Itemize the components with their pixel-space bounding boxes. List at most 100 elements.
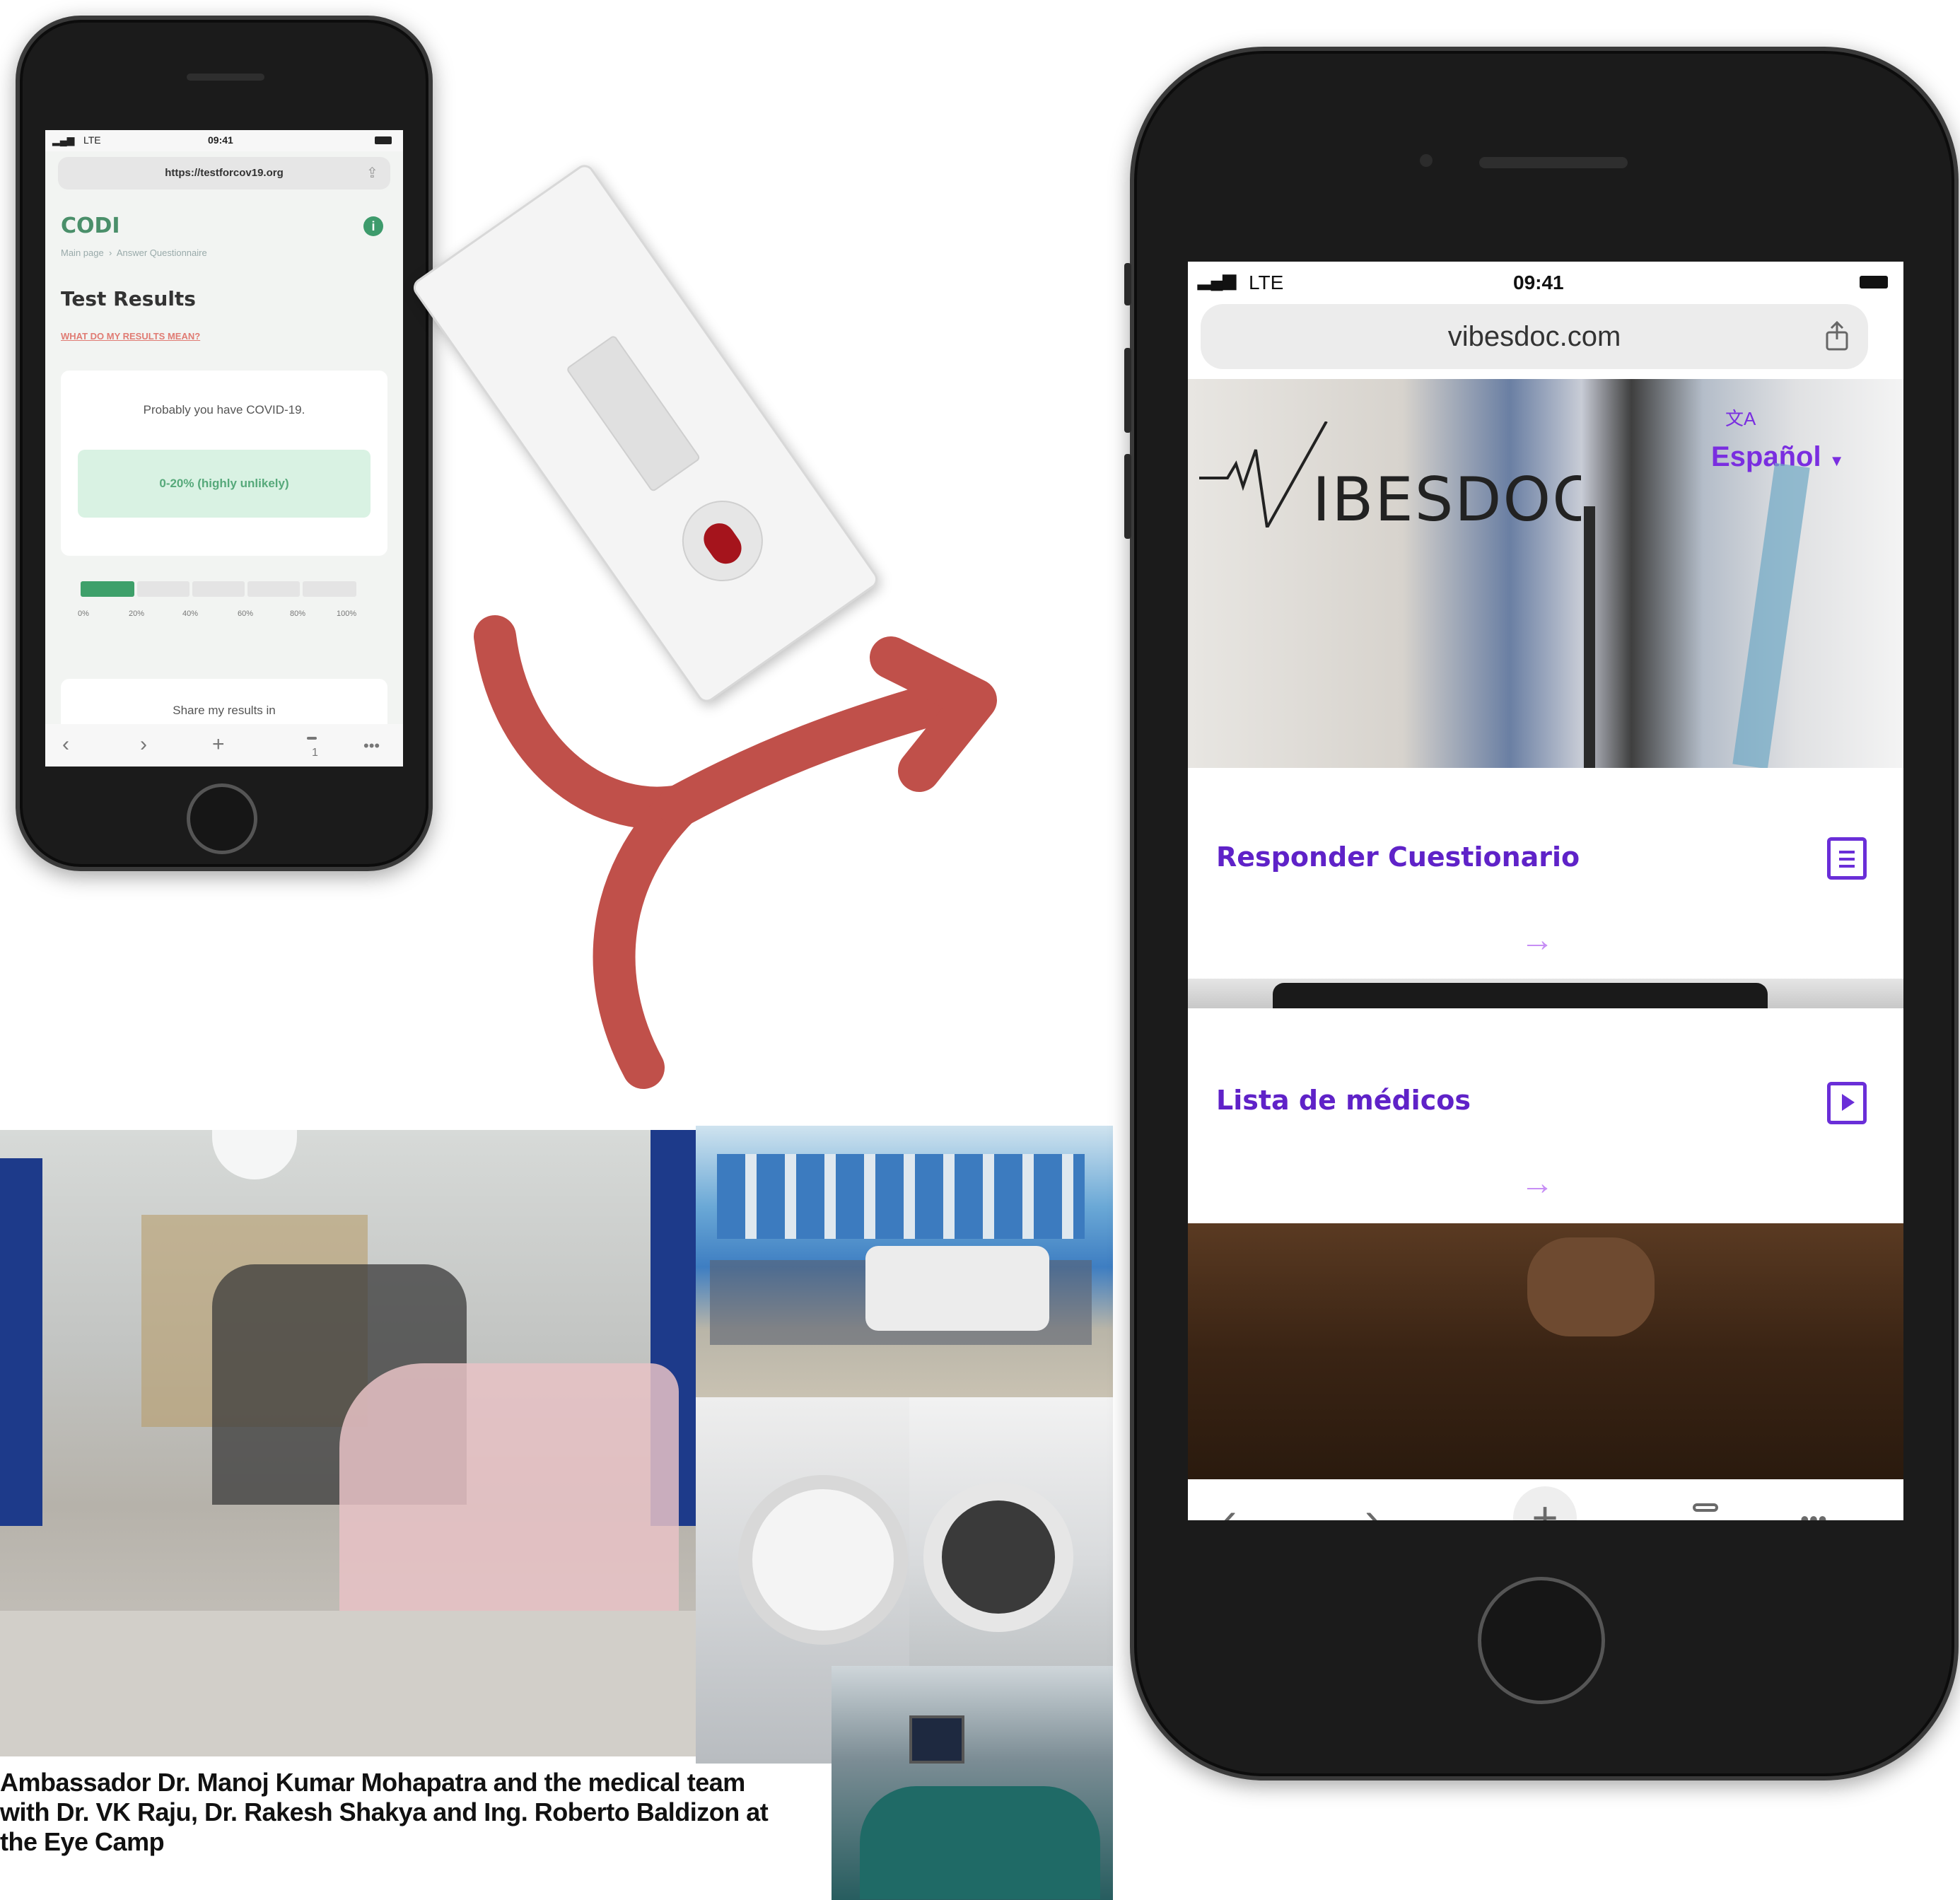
home-button[interactable] [187,783,257,854]
seated-nurses [339,1363,679,1611]
arrow-branch-top [474,615,700,829]
forward-icon[interactable]: › [140,733,147,757]
status-bar: ▂▄▆ LTE 09:41 [45,130,403,151]
back-icon[interactable]: ‹ [62,733,69,757]
status-bar: ▂▄▆ LTE 09:41 [1188,262,1903,297]
battery-icon [1860,276,1888,289]
chevron-down-icon: ▼ [1828,452,1845,470]
front-camera [1420,154,1433,167]
section-title: Test Results [61,287,196,310]
blue-curtain [0,1158,42,1526]
signal-icon: ▂▄▆ [1198,271,1236,290]
tabs-icon[interactable]: 3 [1693,1503,1731,1520]
scale-tick: 20% [129,610,145,618]
result-text: Probably you have COVID-19. [143,403,305,416]
side-button [1124,263,1131,305]
plus-icon[interactable]: + [1513,1486,1577,1520]
tiled-floor [0,1611,696,1756]
hero-image: IBESDOC 文A Español ▼ [1188,379,1903,768]
more-icon[interactable]: ••• [1800,1505,1827,1520]
scale-segment-4 [247,581,300,597]
share-results-text: Share my results in [173,704,276,717]
results-meaning-link[interactable]: WHAT DO MY RESULTS MEAN? [61,331,200,342]
mri-gantry [738,1475,908,1645]
battery-icon [375,136,392,144]
white-vehicle [865,1246,1049,1331]
tabs-count: 3 [1705,1519,1731,1520]
vibesdoc-screen: ▂▄▆ LTE 09:41 vibesdoc.com IBESDOC 文A Es… [1188,262,1903,1520]
phone-speaker [1479,157,1628,168]
status-time: 09:41 [1513,272,1564,293]
result-card: Probably you have COVID-19. 0-20% (highl… [61,371,387,556]
scale-segment-1 [81,581,134,597]
phone-speaker [187,74,264,81]
probability-badge: 0-20% (highly unlikely) [78,450,371,518]
operating-room-photo [832,1666,1113,1900]
questionnaire-title: Responder Cuestionario [1216,841,1580,873]
ct-gantry [923,1482,1073,1632]
breadcrumb: Main page › Answer Questionnaire [61,247,207,258]
probability-scale [81,581,356,597]
hands-image-strip [1188,1223,1903,1479]
status-time: 09:41 [208,134,233,146]
split-arrow [474,615,997,1089]
questionnaire-card[interactable]: Responder Cuestionario → [1188,768,1903,979]
result-window [565,334,701,493]
back-icon[interactable]: ‹ [1222,1492,1237,1520]
side-button [1124,348,1131,433]
more-icon[interactable]: ••• [363,737,380,755]
codi-screen: ▂▄▆ LTE 09:41 https://testforcov19.org ⇪… [45,130,403,767]
info-icon[interactable]: i [363,216,383,236]
status-carrier: LTE [1249,272,1284,293]
surgical-monitor [909,1715,964,1764]
url-text: https://testforcov19.org [165,167,284,179]
hospital-building-photo [696,1126,1113,1397]
doctors-list-card[interactable]: Lista de médicos → [1188,1008,1903,1223]
caption-line: with Dr. VK Raju, Dr. Rakesh Shakya and … [0,1797,769,1826]
doctors-list-title: Lista de médicos [1216,1085,1471,1116]
app-title: CODI [61,214,120,238]
vibesdoc-phone: ▂▄▆ LTE 09:41 vibesdoc.com IBESDOC 文A Es… [1124,47,1959,1780]
stethoscope-tube [1732,462,1810,768]
share-icon[interactable]: ⇪ [366,157,378,190]
scale-segment-5 [303,581,356,597]
arrow-branch-bottom [593,785,700,1089]
building-windows [717,1154,1085,1239]
browser-toolbar: ‹ › + 3 ••• [1188,1479,1903,1520]
tabs-icon[interactable]: 1 [307,737,318,759]
logo-text: IBESDOC [1312,465,1581,528]
vibesdoc-logo: IBESDOC [1199,421,1581,528]
status-carrier: LTE [83,134,101,146]
home-button[interactable] [1478,1577,1605,1704]
arrow-right-icon[interactable]: → [1520,921,1554,960]
ct-scanner-photo [909,1397,1113,1666]
scale-segment-3 [192,581,245,597]
address-bar[interactable]: vibesdoc.com [1201,304,1868,369]
breadcrumb-home[interactable]: Main page [61,247,104,258]
phone-image-strip [1188,979,1903,1008]
share-icon[interactable] [1823,320,1851,351]
play-icon [1827,1082,1867,1124]
arrow-right-icon[interactable]: → [1520,1164,1554,1203]
surgical-team [860,1786,1100,1899]
stethoscope-tube [1584,506,1595,768]
breadcrumb-separator: › [108,247,112,258]
caption-line: the Eye Camp [0,1827,165,1856]
scale-segment-2 [137,581,189,597]
side-button [1124,454,1131,539]
document-icon [1827,837,1867,880]
scale-tick: 0% [78,610,89,618]
hospital-hallway-photo [0,1130,696,1756]
tabs-count: 1 [312,747,318,759]
address-bar[interactable]: https://testforcov19.org ⇪ [58,157,390,190]
scale-tick: 40% [182,610,199,618]
breadcrumb-current: Answer Questionnaire [116,247,207,258]
forward-icon[interactable]: › [1365,1492,1379,1520]
scale-tick: 100% [337,610,357,618]
photo-caption: Ambassador Dr. Manoj Kumar Mohapatra and… [0,1768,827,1857]
caption-line: Ambassador Dr. Manoj Kumar Mohapatra and… [0,1768,745,1797]
scale-tick: 80% [290,610,306,618]
plus-icon[interactable]: + [212,733,225,757]
hallway-ceiling-light [212,1130,297,1179]
translate-icon: 文A [1725,408,1756,429]
